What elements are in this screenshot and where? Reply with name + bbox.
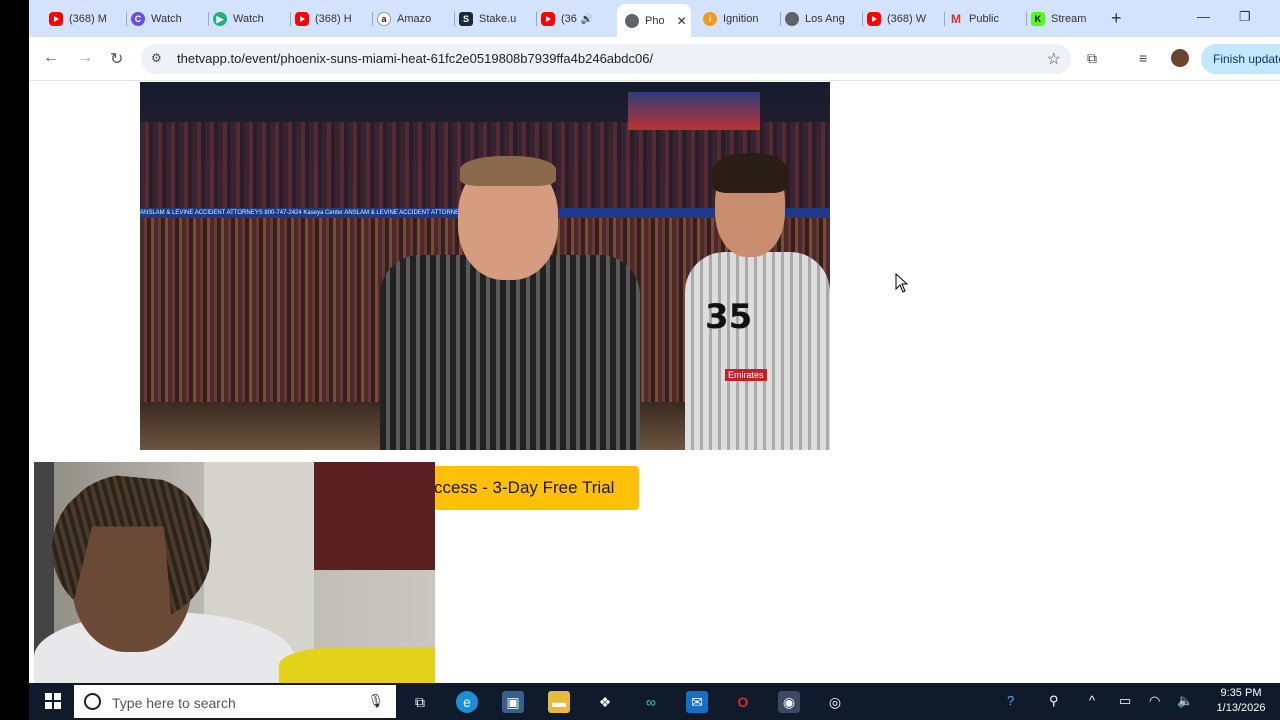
tab-youtube-3[interactable]: (36 🔊 (541, 6, 617, 32)
battery-icon[interactable]: ▭ (1119, 693, 1131, 709)
finish-update-button[interactable]: Finish update (1201, 44, 1280, 74)
tab-youtube-2[interactable]: (368) H (295, 6, 373, 32)
globe-icon (625, 13, 639, 28)
yellow-blanket (279, 647, 435, 688)
microphone-icon[interactable]: 🎙 (367, 693, 384, 709)
tab-label: Public (969, 13, 999, 25)
curtain (314, 462, 435, 570)
amazon-icon: a (377, 12, 391, 26)
desktop-screen: (368) M C Watch ▶ Watch (368) H a Amazo (0, 0, 1280, 720)
tab-los-angeles[interactable]: Los Ang (785, 6, 863, 32)
tab-watch-1[interactable]: C Watch (131, 6, 209, 32)
media-controls-icon[interactable]: ≡ (1139, 50, 1147, 66)
tab-label: Los Ang (805, 13, 845, 25)
tab-label: (368) H (315, 13, 352, 25)
site-info-icon[interactable]: ⚙ (151, 51, 162, 65)
video-player[interactable]: ANSLAM & LEVINE ACCIDENT ATTORNEYS 800-7… (140, 82, 830, 450)
obs-icon[interactable]: ◎ (824, 691, 846, 713)
youtube-icon (49, 12, 63, 26)
tab-label: Amazo (397, 13, 432, 25)
task-view-icon[interactable]: ⧉ (409, 691, 431, 713)
youtube-icon (867, 12, 881, 26)
dropbox-icon[interactable]: ❖ (594, 691, 616, 713)
referee-right: 35 Emirates (680, 153, 830, 450)
address-bar[interactable]: ⚙ thetvapp.to/event/phoenix-suns-miami-h… (141, 44, 1071, 74)
chrome-icon[interactable]: ◉ (778, 691, 800, 713)
profile-avatar[interactable] (1171, 49, 1189, 67)
wifi-icon[interactable]: ◠ (1149, 693, 1160, 709)
tab-label: Pho (645, 14, 665, 27)
store-icon[interactable]: ▣ (502, 691, 524, 713)
mail-icon[interactable]: ✉ (686, 691, 708, 713)
edge-icon[interactable]: e (456, 691, 478, 713)
windows-taskbar: Type here to search 🎙 ⧉ e ▣ ▬ ❖ ∞ ✉ O ◉ … (29, 683, 1280, 720)
forward-icon[interactable]: → (77, 49, 93, 67)
taskbar-search-box[interactable]: Type here to search 🎙 (74, 685, 396, 718)
ignition-icon: i (703, 12, 717, 26)
tab-watch-2[interactable]: ▶ Watch (213, 6, 291, 32)
globe-icon (785, 12, 799, 26)
minimize-icon[interactable]: — (1197, 9, 1210, 24)
kick-icon: K (1031, 12, 1045, 26)
chevron-up-icon[interactable]: ^ (1089, 693, 1095, 708)
webcam-overlay (34, 462, 435, 688)
speaker-icon: 🔊 (580, 13, 594, 25)
youtube-icon (295, 12, 309, 26)
clock-time: 9:35 PM (1220, 687, 1262, 699)
referee-left (380, 156, 640, 450)
tab-strip: (368) M C Watch ▶ Watch (368) H a Amazo (29, 0, 1280, 37)
streaming-icon: C (131, 12, 145, 26)
people-icon[interactable]: ⚲ (1049, 693, 1059, 709)
restore-icon[interactable]: ❐ (1239, 9, 1251, 25)
sponsor-patch: Emirates (725, 369, 767, 381)
clock-date: 1/13/2026 (1216, 702, 1266, 714)
gmail-icon: M (951, 12, 961, 26)
infinity-app-icon[interactable]: ∞ (640, 691, 662, 713)
tab-label: Ignition (723, 13, 759, 25)
bookmark-star-icon[interactable]: ☆ (1047, 49, 1061, 69)
back-icon[interactable]: ← (43, 49, 59, 67)
free-trial-button[interactable]: ccess - 3-Day Free Trial (433, 466, 639, 510)
streaming-icon: ▶ (213, 12, 227, 26)
tab-label: (36 (561, 13, 577, 25)
windows-start-icon[interactable] (45, 693, 61, 709)
help-icon[interactable]: ? (1007, 693, 1014, 708)
tab-label: Watch (233, 13, 264, 25)
search-placeholder: Type here to search (112, 695, 236, 711)
clock[interactable]: 9:35 PM 1/13/2026 (1206, 686, 1276, 716)
volume-icon[interactable]: 🔈 (1177, 693, 1193, 709)
tab-label: Stake.u (479, 13, 517, 25)
lens-icon[interactable]: ⧉ (1087, 50, 1097, 67)
tab-stream[interactable]: K Stream (1031, 6, 1105, 32)
tab-stake[interactable]: S Stake.u (459, 6, 537, 32)
file-explorer-icon[interactable]: ▬ (548, 691, 570, 713)
youtube-icon (541, 12, 555, 26)
reload-icon[interactable]: ↻ (110, 49, 123, 69)
new-tab-icon[interactable]: + (1111, 8, 1122, 29)
tab-phoenix-active[interactable]: Pho ✕ (617, 4, 691, 37)
tab-label: Watch (151, 13, 182, 25)
tab-youtube-1[interactable]: (368) M (49, 6, 127, 32)
scoreboard (628, 92, 760, 130)
tab-label: (368) W (887, 13, 927, 25)
tab-label: (368) M (69, 13, 107, 25)
opera-icon[interactable]: O (732, 691, 754, 713)
tab-gmail[interactable]: M Public (949, 6, 1027, 32)
cortana-icon (84, 693, 101, 710)
stake-icon: S (459, 12, 473, 26)
close-tab-icon[interactable]: ✕ (677, 14, 687, 28)
url-text[interactable]: thetvapp.to/event/phoenix-suns-miami-hea… (177, 51, 653, 66)
mouse-cursor-icon (895, 273, 909, 293)
jersey-number: 35 (705, 297, 753, 337)
tab-youtube-4[interactable]: (368) W (867, 6, 945, 32)
tab-ignition[interactable]: i Ignition (703, 6, 781, 32)
browser-toolbar: ← → ↻ ⚙ thetvapp.to/event/phoenix-suns-m… (29, 37, 1280, 81)
tab-amazon[interactable]: a Amazo (377, 6, 455, 32)
tab-label: Stream (1051, 13, 1087, 25)
